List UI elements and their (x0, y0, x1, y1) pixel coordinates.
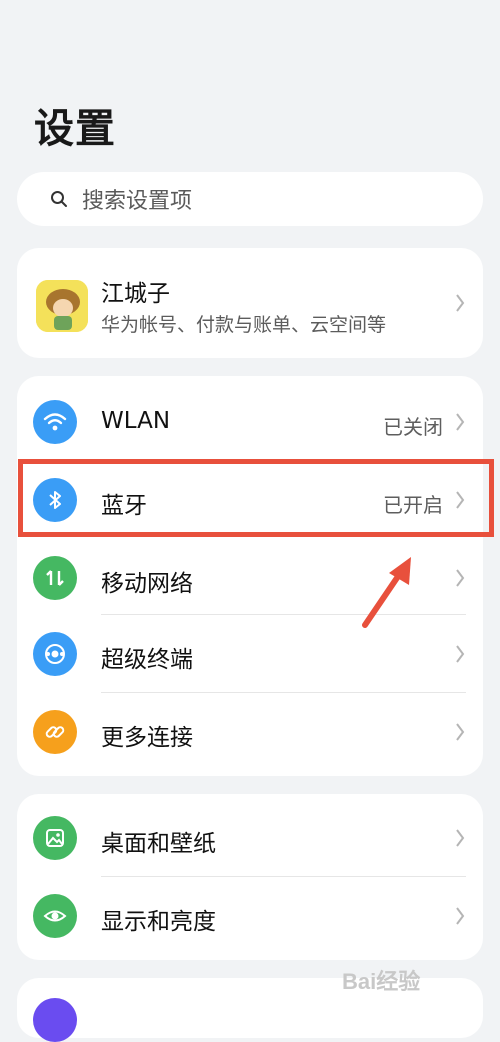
settings-item-wlan[interactable]: WLAN 已关闭 (17, 383, 483, 461)
chevron-right-icon (456, 294, 465, 312)
wifi-icon (33, 400, 77, 444)
settings-item-display[interactable]: 显示和亮度 (17, 877, 483, 955)
settings-item-label: 更多连接 (101, 725, 193, 751)
annotation-highlight-box (18, 459, 494, 537)
chevron-right-icon (456, 413, 465, 431)
settings-item-label: 移动网络 (101, 571, 193, 597)
mobile-data-icon (33, 556, 77, 600)
chevron-right-icon (456, 723, 465, 741)
account-name: 江城子 (101, 281, 170, 307)
link-icon (33, 710, 77, 754)
account-card[interactable]: 江城子 华为帐号、付款与账单、云空间等 (17, 248, 483, 358)
settings-item-more-connections[interactable]: 更多连接 (17, 693, 483, 771)
page-title: 设置 (34, 106, 116, 152)
chevron-right-icon (456, 645, 465, 663)
svg-text:Bai经验: Bai经验 (342, 969, 420, 994)
account-subtitle: 华为帐号、付款与账单、云空间等 (101, 314, 387, 336)
annotation-arrow-icon (362, 557, 411, 628)
settings-item-label: 超级终端 (101, 647, 193, 673)
avatar (36, 280, 88, 332)
settings-item-wallpaper[interactable]: 桌面和壁纸 (17, 799, 483, 877)
settings-item-label: 桌面和壁纸 (101, 831, 216, 857)
search-placeholder: 搜索设置项 (82, 189, 193, 214)
search-bar[interactable]: 搜索设置项 (17, 172, 483, 226)
search-icon (51, 191, 67, 207)
settings-item-label: WLAN (101, 408, 171, 434)
chevron-right-icon (456, 907, 465, 925)
eye-icon (33, 894, 77, 938)
watermark-logo: Bai经验 (342, 969, 420, 994)
chevron-right-icon (456, 569, 465, 587)
status-value: 已关闭 (383, 415, 443, 439)
super-device-icon (33, 632, 77, 676)
display-card: 桌面和壁纸 显示和亮度 (17, 794, 483, 960)
settings-item-label: 显示和亮度 (101, 909, 216, 935)
wallpaper-icon (33, 816, 77, 860)
chevron-right-icon (456, 829, 465, 847)
